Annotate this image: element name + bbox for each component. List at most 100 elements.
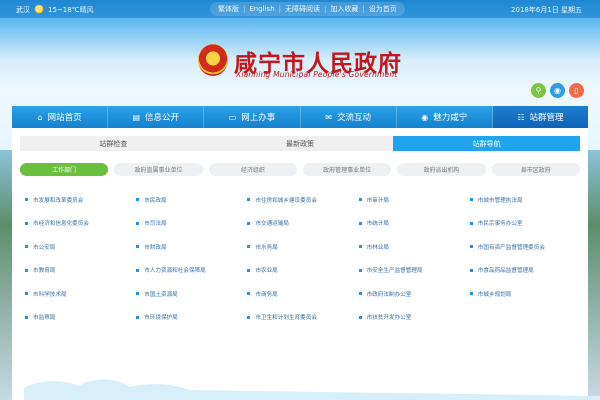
tab-navigation[interactable]: 站群导航 (393, 136, 581, 151)
nav-info[interactable]: ▤ 信息公开 (108, 106, 205, 128)
department-name: 市国土资源局 (144, 291, 178, 298)
department-name: 市住房和城乡建设委员会 (255, 197, 317, 204)
department-link[interactable]: 市城乡规划局 (467, 282, 578, 306)
subtab-direct-units[interactable]: 政府直属事业单位 (114, 163, 203, 176)
chat-icon: ✉ (325, 112, 332, 122)
weather-text: 15~18℃晴风 (48, 6, 94, 14)
department-name: 市科学技术局 (33, 291, 67, 298)
subtab-agencies[interactable]: 政府派出机构 (397, 163, 486, 176)
department-name: 市教育局 (33, 268, 56, 275)
link-traditional[interactable]: 繁体版 (218, 4, 239, 14)
bullet-icon (358, 198, 362, 202)
department-name: 市公安局 (33, 244, 56, 251)
tab-check[interactable]: 站群检查 (20, 136, 207, 151)
home-icon: ⌂ (37, 112, 43, 122)
subtab-bar: 工作部门 政府直属事业单位 经济组织 政府管理事业单位 政府派出机构 县市区政府 (20, 163, 580, 176)
nav-label: 交流互动 (336, 113, 371, 123)
top-bar: 武汉 15~18℃晴风 繁体版 | English | 无障碍阅读 | 加入收藏 | 设… (0, 0, 600, 18)
department-link[interactable]: 市科学技术局 (22, 282, 133, 306)
department-link[interactable]: 市经济和信息化委员会 (22, 212, 133, 236)
department-link[interactable]: 市交通运输局 (244, 212, 355, 236)
department-link[interactable]: 市民政局 (133, 188, 244, 212)
department-link[interactable]: 市发展和改革委员会 (22, 188, 133, 212)
nav-sitegroup[interactable]: ☷ 站群管理 (492, 106, 589, 128)
department-link[interactable]: 市财政局 (133, 235, 244, 259)
tab-policy[interactable]: 最新政策 (207, 136, 394, 151)
department-name: 市农业局 (255, 268, 278, 275)
department-name: 市财政局 (144, 244, 167, 251)
department-link[interactable]: 市卫生和计划生育委员会 (244, 306, 355, 330)
mobile-icon[interactable]: ▯ (569, 83, 584, 98)
department-link[interactable]: 市监察局 (22, 306, 133, 330)
bullet-icon (136, 245, 140, 249)
department-name: 市发展和改革委员会 (33, 197, 84, 204)
department-name: 市统计局 (366, 221, 389, 228)
search-icon[interactable]: ⚲ (531, 83, 546, 98)
subtab-departments[interactable]: 工作部门 (20, 163, 109, 176)
bullet-icon (25, 245, 28, 249)
department-link[interactable]: 市住房和城乡建设委员会 (244, 188, 355, 212)
bullet-icon (136, 315, 140, 319)
nav-services[interactable]: ▭ 网上办事 (204, 106, 301, 128)
sun-icon (34, 4, 44, 14)
link-accessible[interactable]: 无障碍阅读 (285, 4, 320, 14)
department-name: 市民政局 (144, 197, 167, 204)
department-link[interactable]: 市城市管理执法局 (467, 188, 578, 212)
department-link[interactable]: 市国土资源局 (133, 282, 244, 306)
link-bookmark[interactable]: 加入收藏 (330, 4, 358, 14)
department-link[interactable]: 市农业局 (244, 259, 355, 283)
subtab-managed-units[interactable]: 政府管理事业单位 (302, 163, 392, 176)
link-english[interactable]: English (249, 5, 274, 13)
nav-label: 魅力咸宁 (433, 113, 468, 123)
department-name: 市国有资产监督管理委员会 (477, 244, 545, 251)
bullet-icon (469, 268, 473, 272)
department-link[interactable]: 市安全生产监督管理局 (356, 259, 467, 283)
bullet-icon (247, 292, 251, 296)
department-name: 市城乡规划局 (477, 291, 512, 298)
bullet-icon (25, 198, 28, 202)
bullet-icon (247, 221, 251, 225)
department-link[interactable]: 市环境保护局 (133, 306, 244, 330)
bullet-icon (136, 198, 140, 202)
department-name: 市林业局 (366, 244, 389, 251)
bullet-icon (25, 221, 28, 225)
bullet-icon (136, 292, 140, 296)
weibo-icon[interactable]: ◉ (550, 83, 565, 98)
department-name: 市经济和信息化委员会 (33, 221, 89, 228)
bullet-icon (25, 292, 28, 296)
bullet-icon (358, 245, 362, 249)
department-link (467, 306, 578, 330)
tab-bar: 站群检查 最新政策 站群导航 (20, 136, 581, 151)
department-name: 市食品药品监督管理局 (477, 268, 534, 275)
monitor-icon: ▭ (228, 112, 237, 122)
department-link[interactable]: 市人力资源和社会保障局 (133, 259, 244, 283)
nav-charm[interactable]: ◉ 魅力咸宁 (396, 106, 493, 128)
nav-interact[interactable]: ✉ 交流互动 (300, 106, 397, 128)
sitemap-icon: ☷ (517, 112, 525, 122)
subtab-counties[interactable]: 县市区政府 (491, 163, 580, 176)
cloud-decoration (24, 379, 600, 400)
department-link[interactable]: 市公安局 (22, 235, 133, 259)
department-link[interactable]: 市林业局 (356, 235, 467, 259)
department-link[interactable]: 市统计局 (356, 212, 467, 236)
content-panel: 站群检查 最新政策 站群导航 工作部门 政府直属事业单位 经济组织 政府管理事业… (12, 128, 600, 400)
department-link[interactable]: 市民宗事务办公室 (467, 212, 578, 236)
link-homepage[interactable]: 设为首页 (369, 4, 397, 14)
bullet-icon (469, 221, 473, 225)
department-link[interactable]: 市政府法制办公室 (356, 282, 467, 306)
bullet-icon (25, 268, 28, 272)
department-link[interactable]: 市商务局 (244, 282, 355, 306)
department-name: 市卫生和计划生育委员会 (255, 315, 317, 322)
nav-home[interactable]: ⌂ 网站首页 (12, 106, 109, 128)
bullet-icon (358, 315, 362, 319)
nav-label: 网站首页 (47, 113, 82, 123)
department-link[interactable]: 市审计局 (356, 188, 467, 212)
department-link[interactable]: 市扶贫开发办公室 (356, 306, 467, 330)
department-link[interactable]: 市教育局 (22, 259, 133, 283)
department-link[interactable]: 市水务局 (244, 235, 355, 259)
department-name: 市交通运输局 (255, 221, 289, 228)
department-link[interactable]: 市司法局 (133, 212, 244, 236)
department-link[interactable]: 市国有资产监督管理委员会 (467, 235, 578, 259)
subtab-economic[interactable]: 经济组织 (208, 163, 297, 176)
department-link[interactable]: 市食品药品监督管理局 (467, 259, 578, 283)
